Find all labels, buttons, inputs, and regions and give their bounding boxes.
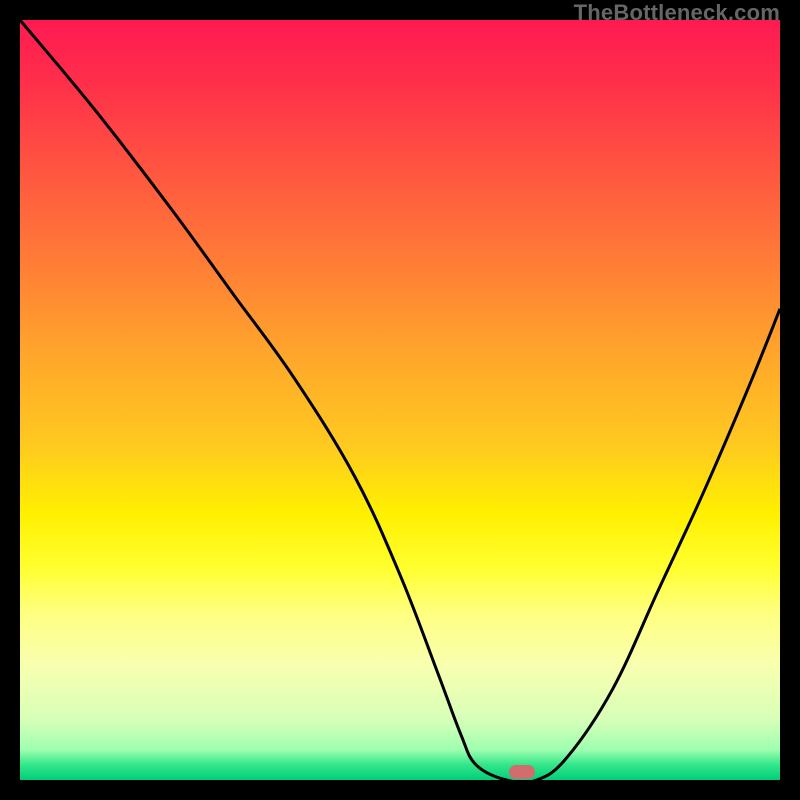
optimum-marker [509, 765, 535, 779]
bottleneck-chart [20, 20, 780, 780]
curve-layer [20, 20, 780, 780]
credit-label: TheBottleneck.com [574, 0, 780, 26]
bottleneck-curve-path [20, 20, 780, 780]
